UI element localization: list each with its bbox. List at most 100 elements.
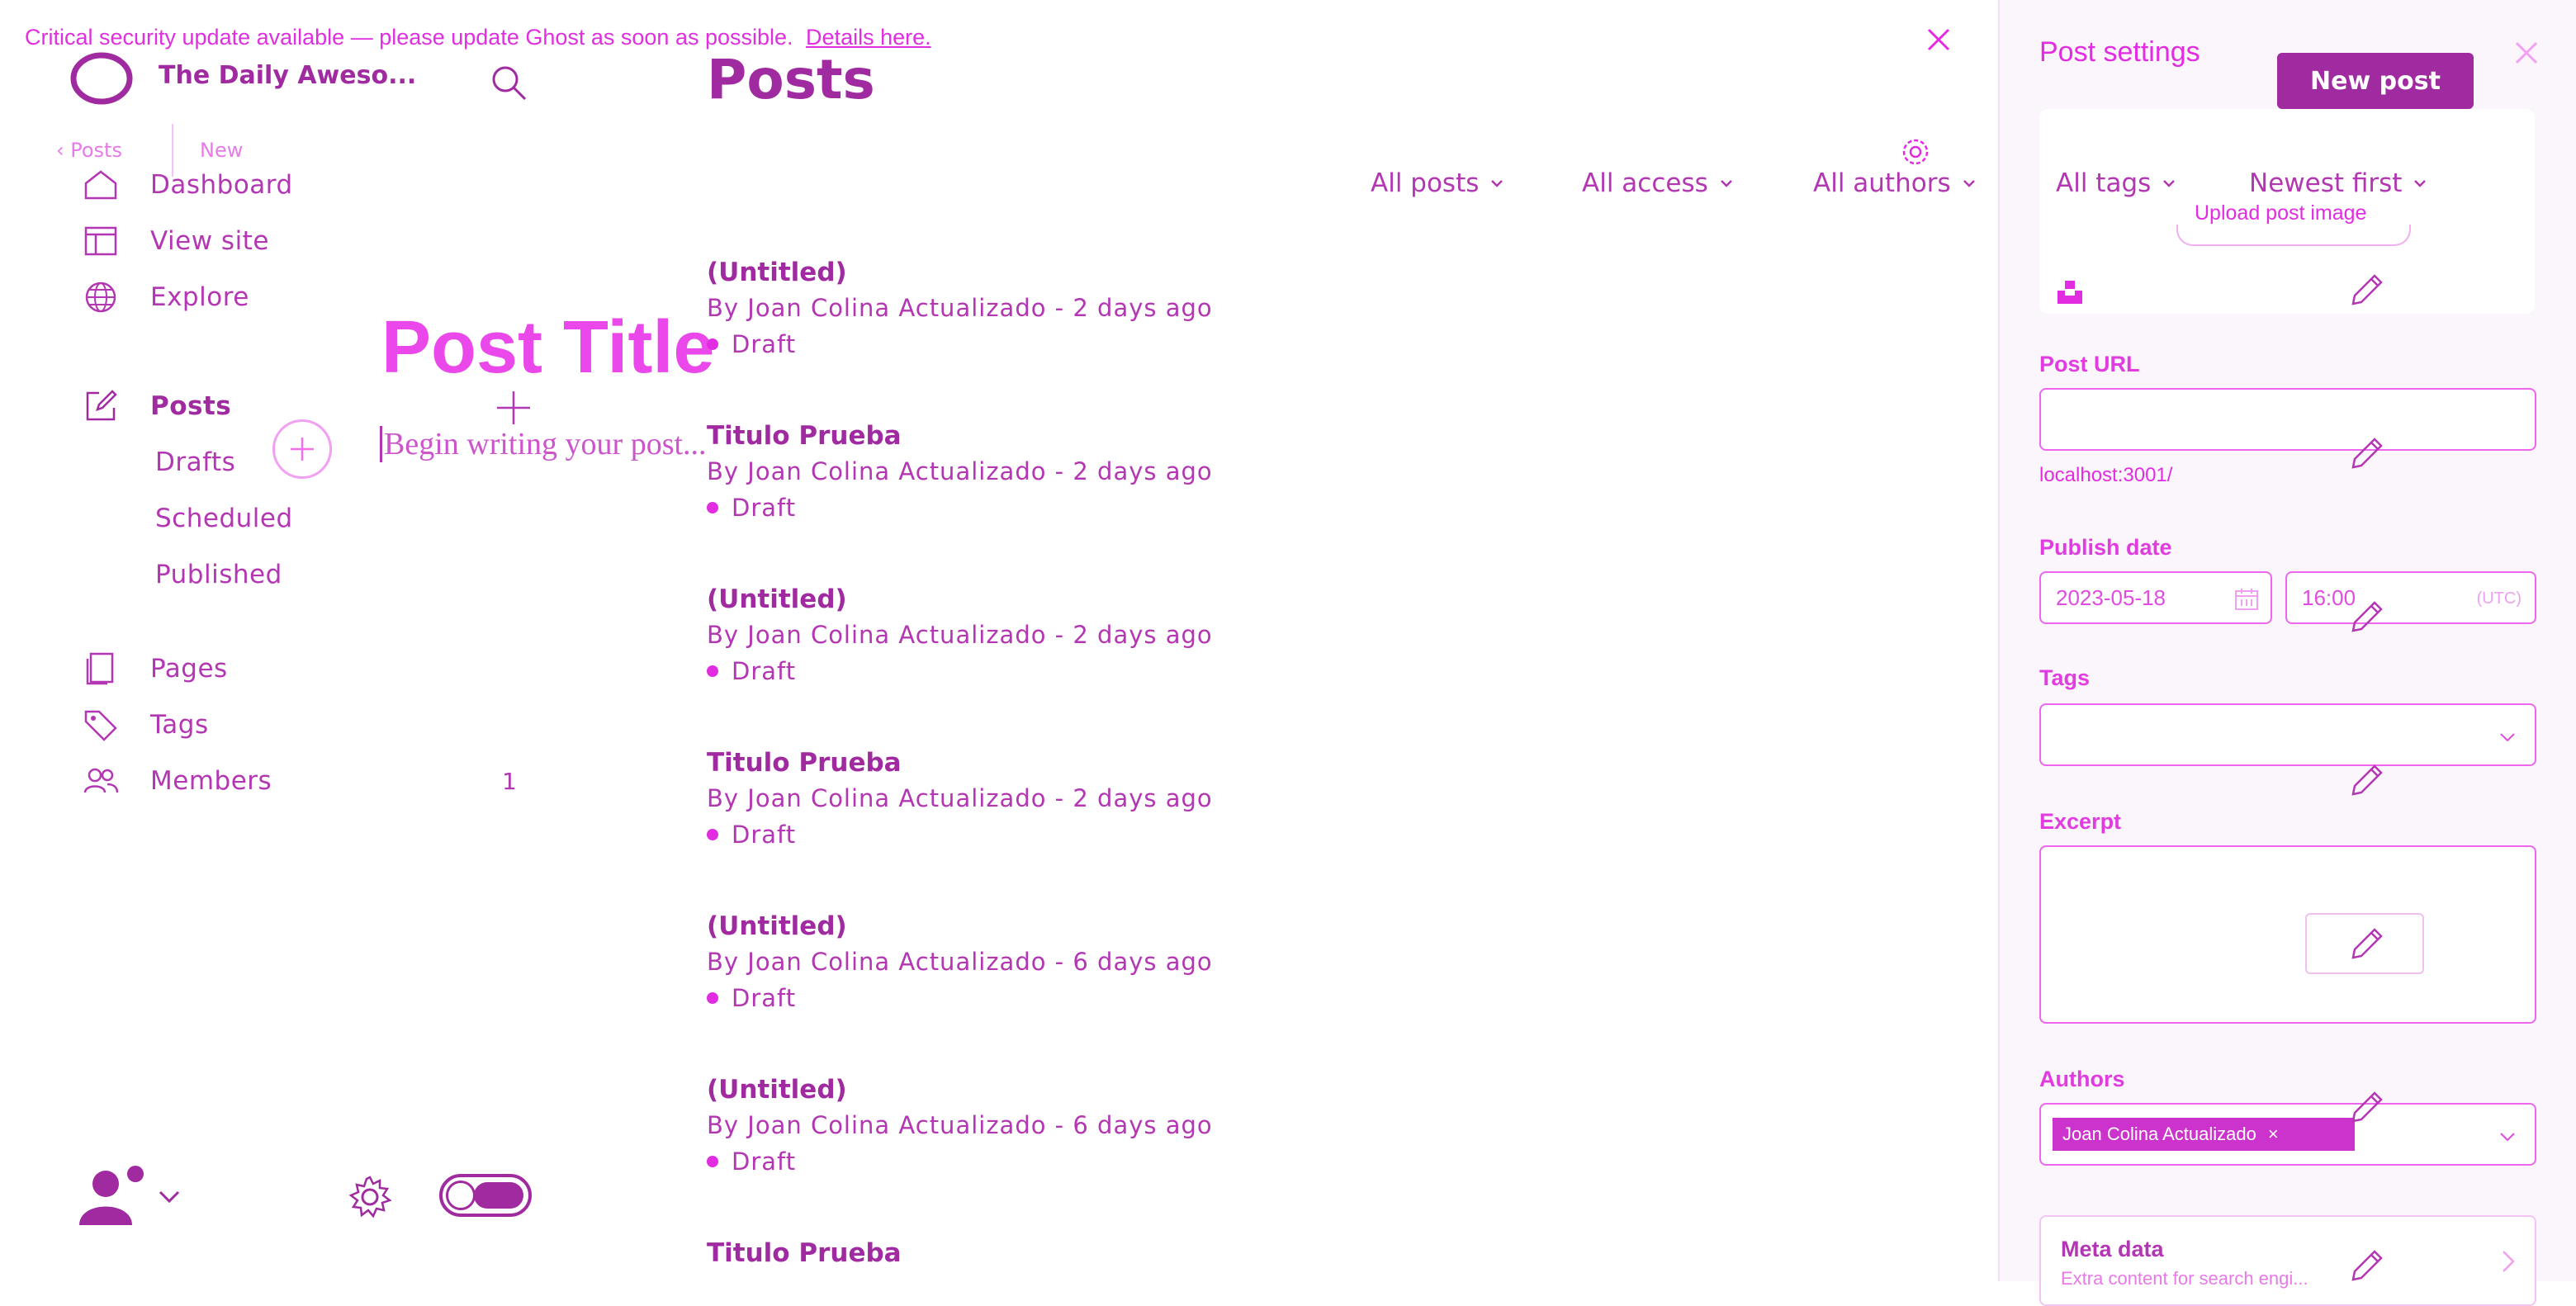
calendar-icon [2235,589,2258,610]
filter-sort-order[interactable]: Newest first [2249,168,2428,198]
theme-toggle[interactable] [439,1174,532,1217]
remove-author-icon[interactable]: × [2268,1124,2279,1145]
post-status: Draft [707,494,1450,522]
tags-select[interactable] [2039,703,2536,766]
post-list-item[interactable]: (Untitled) By Joan Colina Actualizado - … [707,584,1450,685]
add-card-button[interactable] [272,419,332,479]
sidebar-item-view-site[interactable]: View site [79,220,542,263]
sidebar-item-dashboard[interactable]: Dashboard [79,163,542,206]
publish-date-input[interactable]: 2023-05-18 [2039,571,2272,624]
status-dot-icon [707,502,718,513]
close-icon[interactable] [2510,36,2543,69]
pencil-icon [2346,271,2386,310]
status-dot-icon [707,1156,718,1167]
post-meta: By Joan Colina Actualizado - 2 days ago [707,621,1213,649]
filter-all-posts[interactable]: All posts [1371,168,1505,198]
tags-label: Tags [2039,665,2091,690]
post-meta: By Joan Colina Actualizado - 2 days ago [707,784,1213,812]
excerpt-label: Excerpt [2039,809,2122,834]
post-list-item[interactable]: Titulo Prueba By Joan Colina Actualizado… [707,748,1450,849]
post-list-item[interactable]: Titulo Prueba By Joan Colina Actualizado… [707,421,1450,522]
chevron-down-icon [2500,1133,2515,1142]
post-meta: By Joan Colina Actualizado - 6 days ago [707,1111,1213,1139]
author-chip[interactable]: Joan Colina Actualizado × [2053,1118,2355,1151]
filter-all-access[interactable]: All access [1582,168,1735,198]
post-status: Draft [707,1147,1450,1176]
banner-close-icon[interactable] [1924,25,1953,54]
post-url-label: Post URL [2039,352,2140,376]
sidebar-item-label: Dashboard [150,170,293,200]
post-url-input[interactable] [2039,388,2536,451]
status-label: Draft [732,1147,797,1176]
sidebar-item-tags[interactable]: Tags [79,703,542,746]
post-title: Titulo Prueba [707,748,902,778]
chevron-down-icon [2500,733,2515,742]
chevron-down-icon [2163,180,2176,187]
publish-time-input[interactable]: 16:00 (UTC) [2285,571,2536,624]
pencil-icon [2346,598,2386,637]
post-list-item[interactable]: (Untitled) By Joan Colina Actualizado - … [707,1075,1450,1176]
new-post-button[interactable]: New post [2277,53,2474,109]
site-title[interactable]: The Daily Aweso... [159,61,447,90]
sidebar-item-label: View site [150,226,269,256]
filter-all-authors[interactable]: All authors [1813,168,1977,198]
security-banner: Critical security update available — ple… [25,25,931,50]
sidebar-item-published[interactable]: Published [155,560,282,589]
post-title: (Untitled) [707,911,847,941]
sidebar-item-members[interactable]: Members [79,759,542,802]
pencil-icon [2346,434,2386,474]
post-list-item[interactable]: (Untitled) By Joan Colina Actualizado - … [707,911,1450,1012]
home-icon [79,167,122,203]
unsplash-icon[interactable] [2056,277,2084,305]
upload-outline [2176,225,2411,246]
filter-all-tags[interactable]: All tags [2056,168,2177,198]
breadcrumb-current: New [200,139,244,162]
chevron-down-icon [1491,180,1503,187]
status-label: Draft [732,657,797,685]
post-meta: By Joan Colina Actualizado - 2 days ago [707,294,1213,322]
post-list-item[interactable]: Titulo Prueba [707,1238,1450,1275]
chevron-left-icon: ‹ [56,139,71,162]
excerpt-textarea[interactable] [2039,845,2536,1024]
members-count: 1 [502,768,517,795]
sidebar-item-pages[interactable]: Pages [79,647,542,690]
post-title-placeholder[interactable]: Post Title [381,305,714,390]
breadcrumb-parent: Posts [70,139,122,162]
sidebar-item-label: Tags [150,710,209,740]
gear-icon[interactable] [1899,135,1932,168]
pencil-icon [2346,1088,2386,1128]
breadcrumb-back[interactable]: ‹ Posts [56,139,122,162]
post-status: Draft [707,330,1450,358]
sidebar-item-label: Explore [150,282,249,312]
status-label: Draft [732,494,797,522]
post-title: Titulo Prueba [707,1238,902,1268]
authors-label: Authors [2039,1067,2125,1091]
chevron-down-icon [1963,180,1975,187]
post-title: Titulo Prueba [707,421,902,451]
sidebar-item-scheduled[interactable]: Scheduled [155,504,293,533]
tag-icon [79,707,122,743]
filter-label: All access [1582,168,1708,198]
settings-gear-icon[interactable] [347,1174,393,1220]
chevron-down-icon [2414,180,2427,187]
post-list-item[interactable]: (Untitled) By Joan Colina Actualizado - … [707,258,1450,358]
meta-data-card[interactable]: Meta data Extra content for search engi.… [2039,1215,2536,1306]
status-label: Draft [732,821,797,849]
view-site-icon [79,223,122,259]
banner-details-link[interactable]: Details here. [806,25,931,50]
upload-image-label[interactable]: Upload post image [2195,201,2366,225]
filter-label: All authors [1813,168,1951,198]
publish-date-label: Publish date [2039,535,2172,560]
authors-select[interactable]: Joan Colina Actualizado × [2039,1103,2536,1166]
search-icon[interactable] [489,63,528,102]
status-dot-icon [707,829,718,840]
chevron-down-icon[interactable] [157,1184,182,1209]
user-avatar[interactable] [78,1164,149,1227]
post-body-placeholder[interactable]: Begin writing your post... [380,426,707,462]
post-settings-title: Post settings [2039,36,2200,68]
edit-icon [79,388,122,424]
site-logo [69,51,134,106]
filter-label: All tags [2056,168,2152,198]
sidebar-item-drafts[interactable]: Drafts [155,447,235,477]
post-status: Draft [707,657,1450,685]
